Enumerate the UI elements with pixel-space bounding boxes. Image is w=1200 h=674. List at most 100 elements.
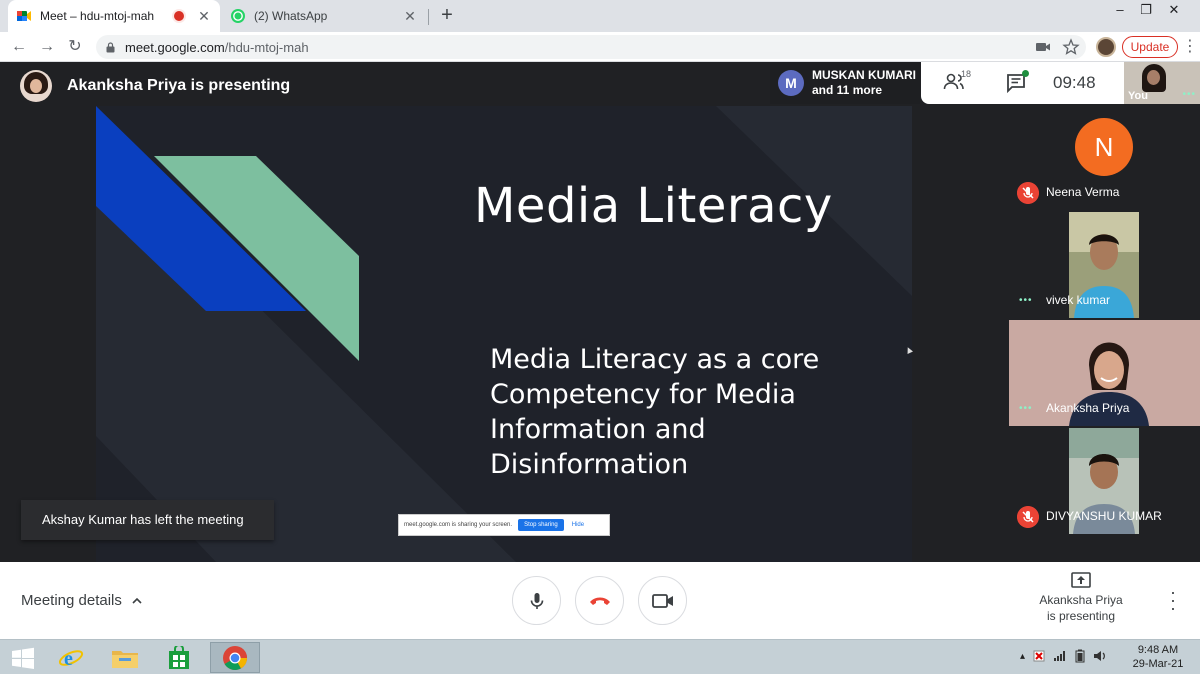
stop-sharing-button[interactable]: Stop sharing [518,519,564,531]
present-line-2: is presenting [1046,609,1116,623]
slide-subtitle-line: Disinformation [490,449,689,480]
share-banner-text: meet.google.com is sharing your screen. [404,522,513,528]
screen-share-banner: meet.google.com is sharing your screen. … [398,514,610,536]
forward-arrow-icon[interactable]: → [36,36,58,58]
bookmark-star-icon[interactable] [1062,38,1080,56]
new-tab-button[interactable]: + [436,4,458,26]
meeting-details-button[interactable]: Meeting details [21,592,142,609]
tab-separator [428,9,429,25]
slide-subtitle-line: Competency for Media [490,379,796,410]
start-button[interactable] [2,642,44,673]
store-button[interactable] [158,642,200,673]
browser-toolbar: ← → ↻ meet.google.com/hdu-mtoj-mah Updat… [0,32,1200,62]
signal-icon[interactable] [1053,650,1067,662]
leave-call-button[interactable] [575,576,624,625]
url-domain: meet.google.com [125,39,225,55]
people-button[interactable]: 18 [943,69,972,94]
participants-pill[interactable]: M MUSKAN KUMARI and 11 more [770,62,920,104]
more-vert-icon[interactable]: · · · [1166,583,1180,617]
taskbar-clock[interactable]: 9:48 AM 29-Mar-21 [1128,643,1188,671]
meeting-details-label: Meeting details [21,592,122,609]
svg-text:e: e [64,648,73,670]
slide-graphic [96,106,912,562]
left-meeting-toast: Akshay Kumar has left the meeting [21,500,274,540]
update-button[interactable]: Update [1122,36,1178,58]
battery-icon[interactable] [1075,649,1085,663]
presenter-text: Akanksha Priya is presenting [67,77,291,94]
internet-explorer-button[interactable]: e [50,642,92,673]
camera-icon[interactable] [1034,38,1052,56]
chat-button[interactable] [1005,70,1029,94]
recording-indicator-icon [174,11,184,21]
flag-icon[interactable] [1033,650,1045,662]
volume-icon[interactable] [1093,650,1107,662]
present-status[interactable]: Akanksha Priya is presenting [1032,572,1130,624]
participant-name: Akanksha Priya [1046,401,1130,415]
close-icon[interactable]: ✕ [196,8,212,25]
taskbar-date: 29-Mar-21 [1132,658,1184,670]
slide-subtitle-line: Information and [490,414,706,445]
meet-stage: Akanksha Priya is presenting M MUSKAN KU… [0,62,1200,562]
meeting-clock: 09:48 [1053,73,1096,92]
windows-logo-icon [12,647,34,669]
taskbar-time: 9:48 AM [1137,644,1179,656]
participant-tile[interactable]: ••• vivek kumar [1009,212,1200,318]
hide-banner-link[interactable]: Hide [572,522,584,528]
more-options-icon[interactable]: ••• [1182,89,1196,100]
minimize-button[interactable]: – [1108,2,1132,17]
presentation-slide: Media Literacy Media Literacy as a core … [96,106,912,562]
participant-name: DIVYANSHU KUMAR [1046,509,1162,523]
tab-meet[interactable]: Meet – hdu-mtoj-mah ✕ [8,0,220,32]
participants-names: MUSKAN KUMARI and 11 more [812,68,916,98]
folder-icon [112,650,138,668]
tab-title: (2) WhatsApp [254,9,328,23]
close-icon[interactable]: ✕ [402,8,418,25]
tab-title: Meet – hdu-mtoj-mah [40,9,155,23]
store-icon [169,645,189,669]
more-options-icon[interactable]: ••• [1019,403,1033,414]
mic-off-icon [1017,506,1039,528]
more-vert-icon[interactable]: ⋮ [1182,36,1198,56]
participant-tile[interactable]: ••• Akanksha Priya [1009,320,1200,426]
system-tray: ▴ [1020,649,1107,663]
slide-subtitle: Media Literacy as a core Competency for … [490,342,850,482]
chevron-up-icon [132,597,142,604]
meet-bottom-bar: Meeting details Akanksha Priya is presen… [0,562,1200,639]
participant-count: 18 [961,69,972,79]
self-view-tile[interactable]: You ••• [1124,62,1200,104]
browser-tab-strip: Meet – hdu-mtoj-mah ✕ (2) WhatsApp ✕ + –… [0,0,1200,32]
microphone-icon [530,592,543,609]
internet-explorer-icon: e [58,648,84,670]
participant-tile[interactable]: N Neena Verma [1009,104,1200,210]
address-bar[interactable]: meet.google.com/hdu-mtoj-mah [96,35,1086,59]
present-line-1: Akanksha Priya [1039,593,1123,607]
reload-icon[interactable]: ↻ [64,36,86,58]
chevron-up-icon[interactable]: ▴ [1020,651,1025,662]
restore-button[interactable]: ❐ [1134,2,1158,18]
avatar: N [1075,118,1133,176]
window-close-button[interactable]: ✕ [1162,2,1186,18]
camera-button[interactable] [638,576,687,625]
profile-avatar[interactable] [1096,37,1116,57]
video-camera-icon [651,593,673,608]
google-meet-icon [17,11,31,21]
present-screen-icon [1071,572,1091,588]
tab-whatsapp[interactable]: (2) WhatsApp ✕ [222,0,426,32]
microphone-button[interactable] [512,576,561,625]
mic-off-icon [1017,182,1039,204]
hang-up-icon [589,597,610,605]
participant-name: Neena Verma [1046,185,1120,199]
more-options-icon[interactable]: ••• [1019,295,1033,306]
top-controls: 18 09:48 [921,62,1124,104]
lock-icon [106,41,115,52]
self-label: You [1128,90,1148,102]
participant-tile[interactable]: DIVYANSHU KUMAR [1009,428,1200,534]
chrome-icon [223,645,247,670]
unread-dot [1022,70,1029,77]
back-arrow-icon[interactable]: ← [8,36,30,58]
slide-title: Media Literacy [474,178,833,234]
file-explorer-button[interactable] [104,642,146,673]
whatsapp-icon [231,9,245,23]
participant-name: MUSKAN KUMARI [812,68,916,82]
chrome-button[interactable] [210,642,260,673]
